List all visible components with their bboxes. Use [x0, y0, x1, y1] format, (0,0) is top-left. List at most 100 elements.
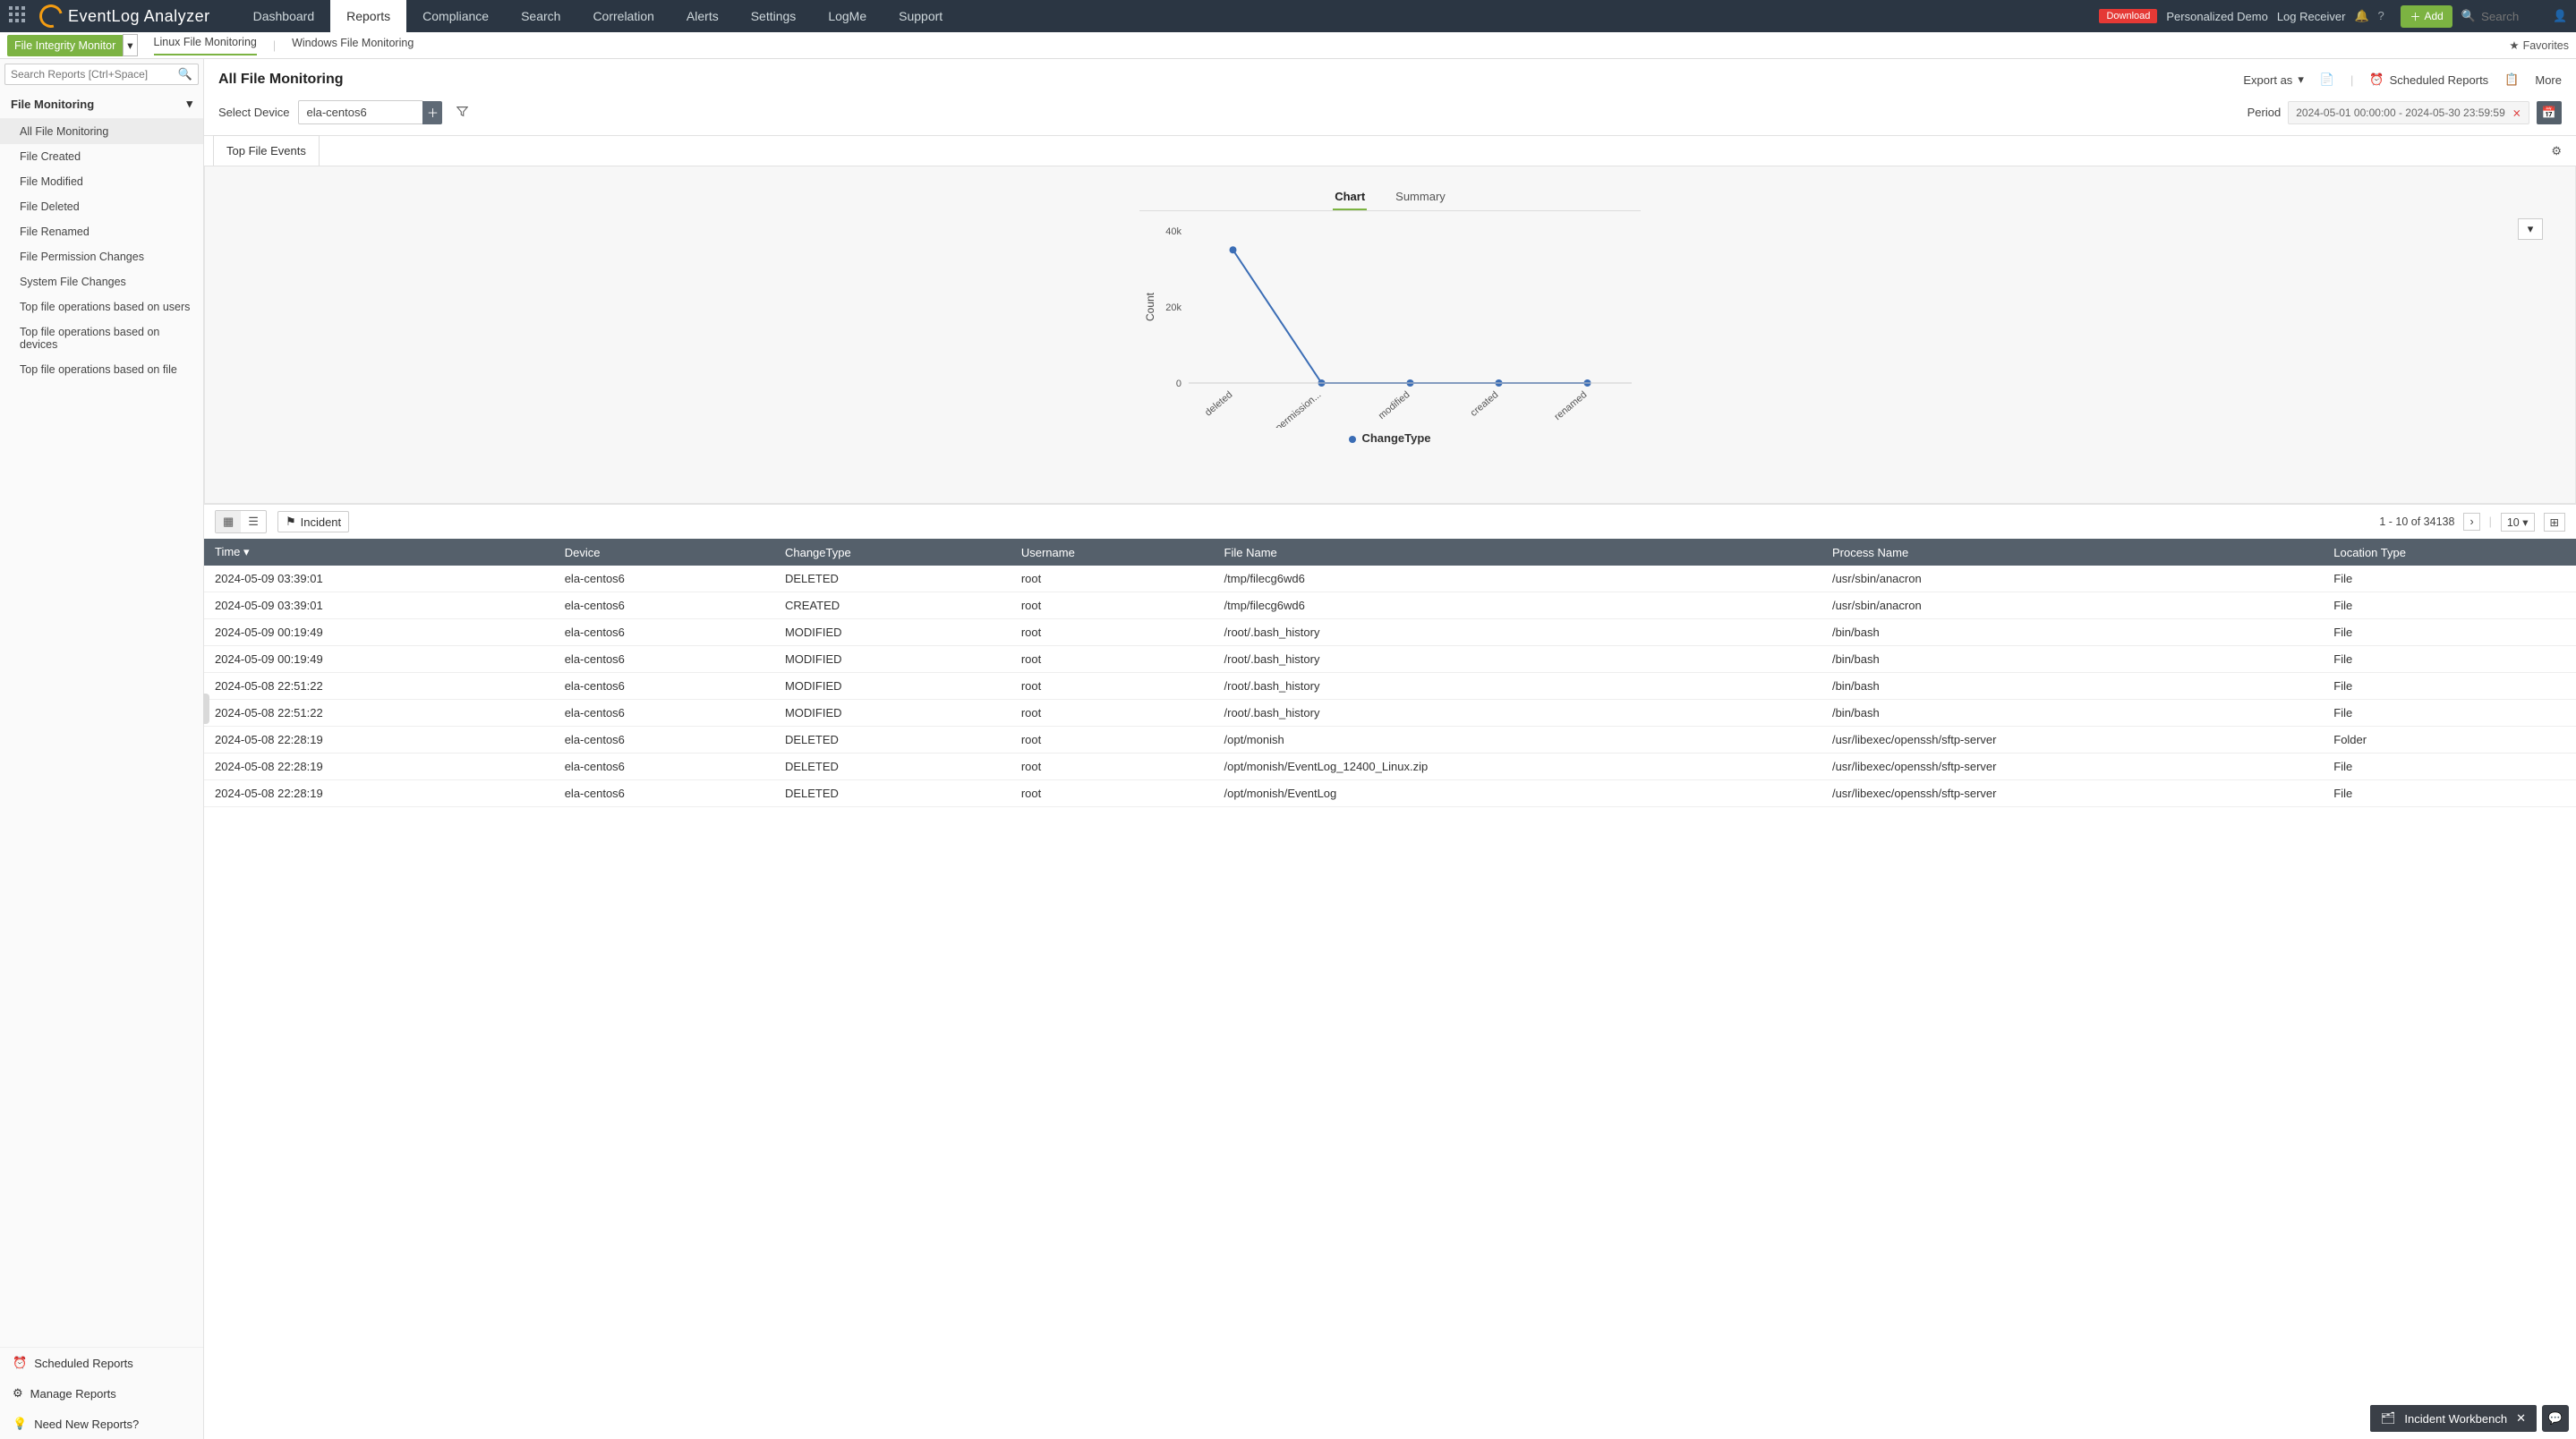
workbench-icon: 🗂	[2381, 1411, 2396, 1426]
sidebar-item[interactable]: All File Monitoring	[0, 119, 203, 144]
global-search-input[interactable]	[2481, 10, 2544, 23]
next-page-button[interactable]: ›	[2463, 513, 2479, 531]
chart-settings-icon[interactable]: ⚙	[2546, 139, 2567, 164]
table-row[interactable]: 2024-05-08 22:28:19ela-centos6DELETEDroo…	[204, 754, 2576, 780]
export-columns-icon[interactable]: 📋	[2504, 72, 2519, 87]
subtab-linux[interactable]: Linux File Monitoring	[154, 36, 257, 55]
table-row[interactable]: 2024-05-09 03:39:01ela-centos6DELETEDroo…	[204, 566, 2576, 592]
clock-icon: ⏰	[13, 1356, 27, 1370]
incident-workbench-bar[interactable]: 🗂 Incident Workbench ✕	[2370, 1405, 2537, 1432]
tab-top-file-events[interactable]: Top File Events	[213, 135, 320, 166]
notification-icon[interactable]: 🔔	[2354, 9, 2368, 23]
sidebar-need-new[interactable]: 💡Need New Reports?	[0, 1409, 203, 1439]
subtab-windows[interactable]: Windows File Monitoring	[292, 37, 414, 55]
nav-alerts[interactable]: Alerts	[670, 0, 735, 32]
help-icon[interactable]: ?	[2377, 9, 2392, 23]
sidebar-item[interactable]: Top file operations based on file	[0, 357, 203, 382]
svg-text:deleted: deleted	[1203, 389, 1234, 418]
sidebar-collapse-handle[interactable]	[203, 694, 209, 724]
favorites-link[interactable]: ★ Favorites	[2509, 38, 2569, 52]
brand[interactable]: EventLog Analyzer	[39, 4, 210, 28]
sidebar-item[interactable]: File Renamed	[0, 219, 203, 244]
svg-text:modified: modified	[1377, 389, 1412, 421]
export-as-button[interactable]: Export as ▾	[2243, 72, 2303, 87]
logreceiver-link[interactable]: Log Receiver	[2277, 10, 2346, 23]
add-device-button[interactable]: ＋	[422, 101, 442, 124]
sidebar-section-header[interactable]: File Monitoring▾	[0, 89, 203, 119]
chart-panel: Chart Summary ▾ 020k40kCountdeletedpermi…	[204, 166, 2576, 504]
more-button[interactable]: More	[2535, 73, 2562, 87]
nav-settings[interactable]: Settings	[735, 0, 813, 32]
alarm-icon: ⏰	[2369, 72, 2384, 87]
col-header[interactable]: Time ▾	[204, 539, 554, 566]
sidebar-scheduled-reports[interactable]: ⏰Scheduled Reports	[0, 1348, 203, 1378]
sidebar-item[interactable]: File Modified	[0, 169, 203, 194]
global-search[interactable]: 🔍	[2461, 9, 2544, 23]
nav-search[interactable]: Search	[505, 0, 576, 32]
col-header[interactable]: ChangeType	[774, 539, 1011, 566]
nav-compliance[interactable]: Compliance	[406, 0, 505, 32]
col-header[interactable]: Username	[1011, 539, 1214, 566]
nav-reports[interactable]: Reports	[330, 0, 406, 32]
table-row[interactable]: 2024-05-09 00:19:49ela-centos6MODIFIEDro…	[204, 646, 2576, 673]
download-pill[interactable]: Download	[2099, 9, 2157, 23]
add-button[interactable]: ＋ Add	[2401, 5, 2452, 28]
view-grid-icon[interactable]: ▦	[216, 511, 241, 532]
sidebar-item[interactable]: File Created	[0, 144, 203, 169]
clear-period-icon[interactable]: ⨯	[2512, 106, 2521, 119]
svg-text:permission...: permission...	[1274, 389, 1323, 428]
sidebar: 🔍 File Monitoring▾ All File MonitoringFi…	[0, 59, 204, 1439]
app-launcher-icon[interactable]	[9, 6, 29, 26]
nav-correlation[interactable]: Correlation	[576, 0, 670, 32]
brand-logo-icon	[35, 0, 67, 32]
col-header[interactable]: Location Type	[2323, 539, 2576, 566]
chart-tab-chart[interactable]: Chart	[1333, 184, 1367, 210]
view-list-icon[interactable]: ☰	[241, 511, 266, 532]
user-avatar-icon[interactable]: 👤	[2553, 9, 2567, 23]
filter-icon[interactable]	[456, 106, 468, 120]
columns-button[interactable]: ⊞	[2544, 513, 2565, 532]
sidebar-item[interactable]: File Permission Changes	[0, 244, 203, 269]
fim-dropdown[interactable]: ▾	[123, 34, 137, 56]
export-settings-icon[interactable]: 📄	[2320, 72, 2334, 87]
table-row[interactable]: 2024-05-08 22:28:19ela-centos6DELETEDroo…	[204, 727, 2576, 754]
sidebar-item[interactable]: Top file operations based on devices	[0, 319, 203, 357]
device-select[interactable]: ela-centos6	[298, 100, 423, 124]
fim-pill[interactable]: File Integrity Monitor	[7, 35, 123, 56]
chart-tab-summary[interactable]: Summary	[1394, 184, 1447, 210]
page-size-select[interactable]: 10 ▾	[2501, 513, 2535, 532]
sidebar-manage-reports[interactable]: ⚙Manage Reports	[0, 1378, 203, 1409]
table-row[interactable]: 2024-05-08 22:28:19ela-centos6DELETEDroo…	[204, 780, 2576, 807]
period-picker[interactable]: 2024-05-01 00:00:00 - 2024-05-30 23:59:5…	[2288, 101, 2529, 124]
incident-button[interactable]: ⚑Incident	[277, 511, 349, 532]
col-header[interactable]: File Name	[1214, 539, 1821, 566]
period-label: Period	[2248, 106, 2282, 119]
sidebar-item[interactable]: Top file operations based on users	[0, 294, 203, 319]
lightbulb-icon: 💡	[13, 1417, 27, 1431]
scheduled-reports-button[interactable]: ⏰Scheduled Reports	[2369, 72, 2488, 87]
chevron-down-icon: ▾	[186, 97, 192, 111]
sidebar-item[interactable]: System File Changes	[0, 269, 203, 294]
table-row[interactable]: 2024-05-09 00:19:49ela-centos6MODIFIEDro…	[204, 619, 2576, 646]
sidebar-item[interactable]: File Deleted	[0, 194, 203, 219]
col-header[interactable]: Device	[554, 539, 774, 566]
col-header[interactable]: Process Name	[1821, 539, 2323, 566]
close-icon[interactable]: ✕	[2516, 1411, 2526, 1426]
table-row[interactable]: 2024-05-09 03:39:01ela-centos6CREATEDroo…	[204, 592, 2576, 619]
nav-support[interactable]: Support	[883, 0, 959, 32]
nav-logme[interactable]: LogMe	[812, 0, 883, 32]
chart-expand-button[interactable]: ▾	[2518, 218, 2543, 240]
calendar-icon[interactable]: 📅	[2537, 101, 2562, 124]
nav-dashboard[interactable]: Dashboard	[237, 0, 331, 32]
demo-link[interactable]: Personalized Demo	[2166, 10, 2267, 23]
chat-fab[interactable]: 💬	[2542, 1405, 2569, 1432]
sidebar-search[interactable]: 🔍	[4, 64, 199, 85]
chart-legend: ChangeType	[219, 431, 2561, 445]
star-icon: ★	[2509, 38, 2519, 52]
topbar: EventLog Analyzer DashboardReportsCompli…	[0, 0, 2576, 32]
sidebar-search-input[interactable]	[11, 68, 178, 81]
table-row[interactable]: 2024-05-08 22:51:22ela-centos6MODIFIEDro…	[204, 700, 2576, 727]
table-row[interactable]: 2024-05-08 22:51:22ela-centos6MODIFIEDro…	[204, 673, 2576, 700]
select-device-label: Select Device	[218, 106, 289, 119]
top-nav: DashboardReportsComplianceSearchCorrelat…	[237, 0, 960, 32]
